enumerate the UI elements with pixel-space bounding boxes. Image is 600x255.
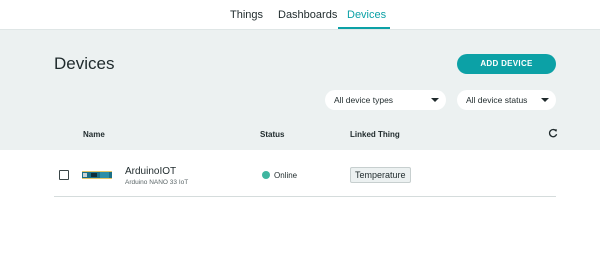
tab-dashboards[interactable]: Dashboards [278, 9, 337, 21]
device-type-select[interactable]: All device types [325, 90, 446, 110]
column-header-status[interactable]: Status [260, 130, 284, 139]
tab-things[interactable]: Things [230, 9, 263, 21]
device-status-label: Online [274, 171, 298, 180]
device-name-link[interactable]: ArduinoIOT [125, 166, 176, 177]
board-icon [82, 171, 112, 179]
add-device-button[interactable]: ADD DEVICE [457, 54, 556, 74]
column-header-name[interactable]: Name [83, 130, 105, 139]
device-type-select-value: All device types [334, 95, 394, 105]
chevron-down-icon [431, 98, 439, 102]
row-checkbox[interactable] [59, 170, 69, 180]
tab-devices[interactable]: Devices [347, 9, 386, 21]
device-status-select-value: All device status [466, 95, 528, 105]
column-header-linked-thing[interactable]: Linked Thing [350, 130, 400, 139]
page-title: Devices [54, 54, 115, 73]
online-status-icon [262, 171, 270, 179]
table-row[interactable]: ArduinoIOT Arduino NANO 33 IoT Online Te… [54, 150, 556, 197]
refresh-icon[interactable] [548, 128, 558, 138]
top-nav: Things Dashboards Devices [0, 0, 600, 30]
devices-header: Devices ADD DEVICE All device types All … [0, 30, 600, 150]
chevron-down-icon [541, 98, 549, 102]
device-type-label: Arduino NANO 33 IoT [125, 179, 189, 186]
device-status-select[interactable]: All device status [457, 90, 556, 110]
linked-thing-chip[interactable]: Temperature [350, 167, 411, 183]
active-tab-indicator [338, 27, 390, 29]
